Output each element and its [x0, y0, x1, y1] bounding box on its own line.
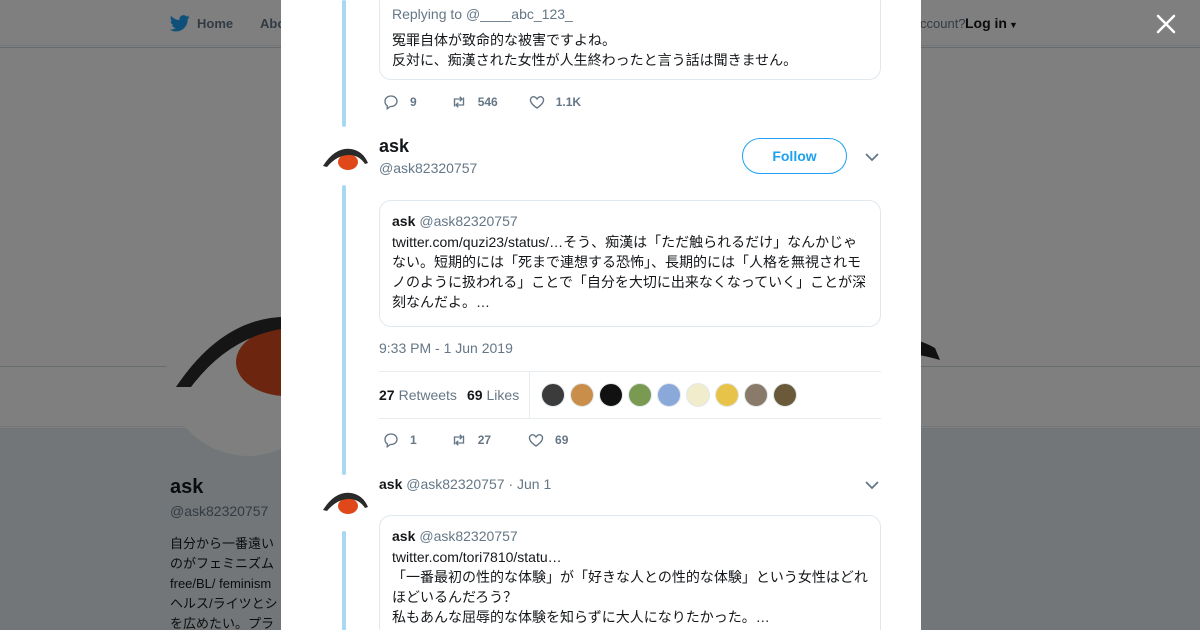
tweet-author-name[interactable]: ask [379, 136, 409, 157]
replying-to: Replying to @____abc_123_ [392, 6, 868, 22]
chevron-down-icon[interactable] [864, 149, 880, 165]
next-quote-card[interactable]: ask @ask82320757 twitter.com/tori7810/sta… [379, 515, 881, 630]
quote-author-name: ask [392, 213, 416, 229]
like-action[interactable]: 69 [527, 431, 568, 449]
liker-avatar[interactable] [744, 383, 769, 407]
tweet-author-handle[interactable]: @ask82320757 [379, 160, 477, 176]
retweets-stat-label: Retweets [398, 387, 457, 403]
next-tweet-handle[interactable]: @ask82320757 [406, 476, 504, 492]
thread-connector [342, 185, 346, 475]
quote-author-handle: @ask82320757 [419, 528, 518, 544]
retweet-count: 27 [477, 433, 492, 447]
close-icon [1156, 14, 1176, 34]
retweet-action[interactable]: 27 [450, 431, 491, 449]
retweet-icon [453, 96, 464, 108]
retweet-action[interactable]: 546 [450, 93, 498, 111]
liker-avatar[interactable] [541, 383, 566, 407]
reply-icon [384, 95, 398, 111]
next-tweet-name[interactable]: ask [379, 476, 402, 492]
tweet-author-avatar[interactable] [321, 133, 369, 181]
reply-text-line: 冤罪自体が致命的な被害ですよね。 [392, 32, 616, 48]
close-button[interactable] [1154, 12, 1178, 36]
retweet-icon [453, 434, 464, 446]
reply-count: 9 [410, 95, 417, 109]
heart-icon [529, 96, 544, 109]
main-tweet-actions: 1 27 69 [382, 431, 598, 449]
quote-text-line: 「一番最初の性的な体験」が「好きな人との性的な体験」という女性はどれほどいるんだ… [392, 569, 868, 605]
replying-to-handle[interactable]: @____abc_123_ [466, 6, 573, 22]
reply-action[interactable]: 9 [382, 93, 417, 111]
thread-connector [342, 531, 346, 630]
liker-avatar[interactable] [686, 383, 711, 407]
reply-text-line: 反対に、痴漢された女性が人生終わったと言う話は聞きません。 [392, 52, 798, 68]
quote-author-handle: @ask82320757 [419, 213, 518, 229]
quote-text-line: twitter.com/tori7810/statu… [392, 549, 562, 565]
follow-button[interactable]: Follow [742, 138, 847, 174]
reply-count: 1 [410, 433, 417, 447]
stats-divider [529, 371, 531, 419]
next-tweet-date[interactable]: · Jun 1 [508, 476, 551, 492]
reply-quote-card[interactable]: Replying to @____abc_123_ 冤罪自体が致命的な被害ですよ… [379, 0, 881, 80]
replying-to-prefix: Replying to [392, 6, 466, 22]
tweet-stats: 27 Retweets 69 Likes [379, 371, 881, 419]
quote-text-line: 私もあんな屈辱的な体験を知らずに大人になりたかった。… [392, 609, 770, 625]
reply-action[interactable]: 1 [382, 431, 417, 449]
retweets-stat[interactable]: 27 Retweets [379, 387, 457, 403]
reply-icon [384, 433, 398, 449]
likes-stat-count: 69 [466, 387, 483, 403]
like-count: 1.1K [555, 95, 582, 109]
next-tweet-header: ask @ask82320757 · Jun 1 [379, 476, 551, 492]
chevron-down-icon[interactable] [864, 477, 880, 493]
thread-connector [342, 0, 346, 127]
tweet-author-avatar[interactable] [321, 480, 369, 528]
retweets-stat-count: 27 [379, 387, 395, 403]
liker-avatar[interactable] [628, 383, 653, 407]
quote-author-name: ask [392, 528, 416, 544]
avatar-artwork-icon [323, 148, 368, 170]
liker-avatar[interactable] [715, 383, 740, 407]
quote-author: ask @ask82320757 [392, 528, 868, 544]
liker-avatar[interactable] [773, 383, 798, 407]
tweet-modal: Replying to @____abc_123_ 冤罪自体が致命的な被害ですよ… [281, 0, 921, 630]
likes-stat-label: Likes [486, 387, 520, 403]
main-quote-card[interactable]: ask @ask82320757 twitter.com/quzi23/statu… [379, 200, 881, 327]
avatar-artwork-icon [323, 492, 368, 514]
quote-author: ask @ask82320757 [392, 213, 868, 229]
tweet-timestamp[interactable]: 9:33 PM - 1 Jun 2019 [379, 340, 513, 356]
liker-avatar[interactable] [570, 383, 595, 407]
like-action[interactable]: 1.1K [528, 93, 581, 111]
heart-icon [528, 434, 544, 447]
liker-avatar[interactable] [599, 383, 624, 407]
liker-avatar[interactable] [657, 383, 682, 407]
reply-tweet-actions: 9 546 1.1K [382, 93, 611, 111]
like-count: 69 [555, 433, 569, 447]
likes-stat[interactable]: 69 Likes [467, 387, 519, 403]
quote-text: twitter.com/quzi23/status/…そう、痴漢は「ただ触られる… [392, 234, 867, 310]
liker-avatars [541, 383, 802, 407]
retweet-count: 546 [477, 95, 498, 109]
